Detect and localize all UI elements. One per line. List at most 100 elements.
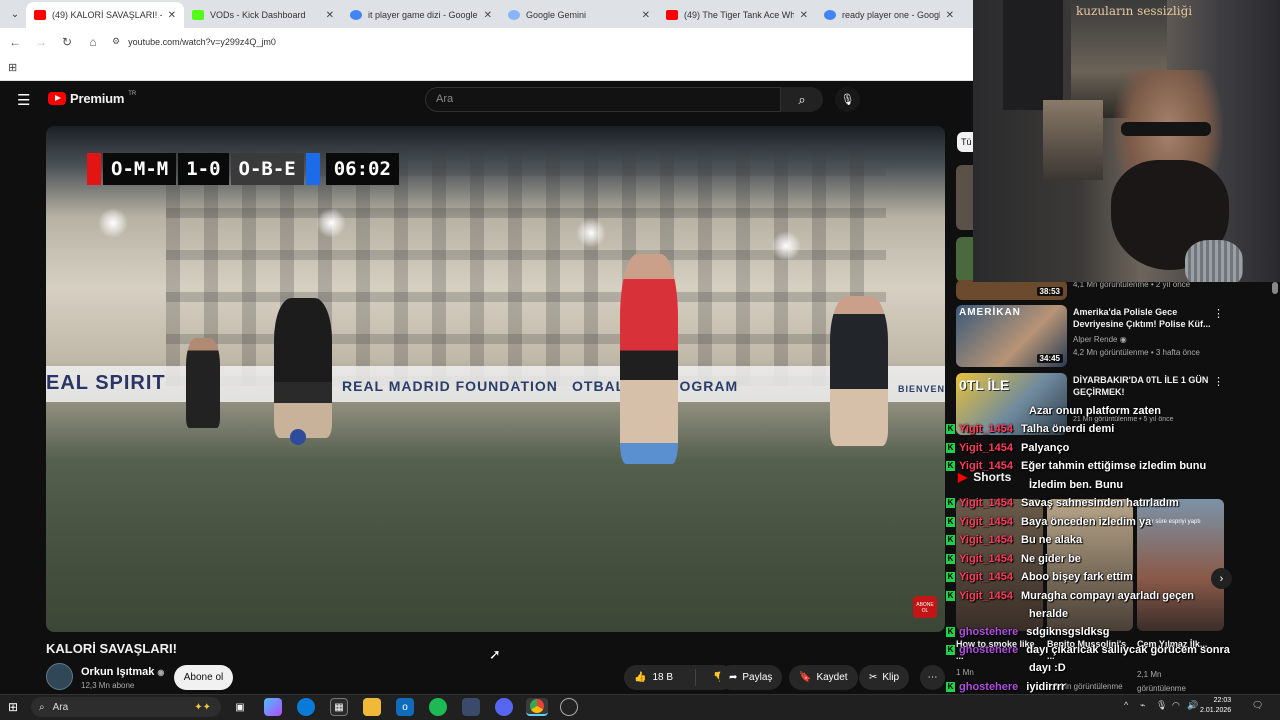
subscribe-watermark[interactable]: ABONE OL — [913, 596, 937, 618]
discord-icon[interactable] — [495, 698, 513, 716]
app-icon[interactable] — [462, 698, 480, 716]
more-actions-button[interactable]: ⋯ — [920, 665, 945, 690]
browser-tab[interactable]: (49) KALORİ SAVAŞLARI! - YouT ✕ — [26, 2, 184, 28]
shorts-next-button[interactable]: › — [1211, 568, 1232, 589]
notification-icon[interactable]: 🗨 — [1252, 700, 1263, 711]
channel-name-link[interactable]: Orkun Işıtmak ◉ — [81, 666, 164, 678]
video-duration: 38:53 — [1036, 287, 1063, 296]
stadium-light — [771, 231, 801, 261]
subscribe-button[interactable]: Abone ol — [174, 665, 233, 690]
kick-badge-icon: K — [946, 682, 955, 693]
search-input[interactable]: Ara — [425, 87, 781, 112]
chat-username[interactable]: Yigit_1454 — [959, 571, 1013, 583]
outlook-icon[interactable]: o — [396, 698, 414, 716]
windows-start-icon[interactable]: ⊞ — [8, 700, 18, 714]
reload-icon[interactable]: ↻ — [60, 35, 74, 49]
chat-username[interactable]: Yigit_1454 — [959, 423, 1013, 435]
chat-username[interactable]: ghostehere — [959, 681, 1018, 693]
store-icon[interactable]: ▦ — [330, 698, 348, 716]
kick-badge-icon: K — [946, 461, 955, 472]
tab-search-chevron-icon[interactable]: ⌄ — [4, 3, 26, 25]
chat-username[interactable]: ghostehere — [959, 644, 1018, 656]
clip-button[interactable]: ✂ Klip — [859, 665, 910, 690]
close-tab-icon[interactable]: ✕ — [800, 10, 808, 21]
channel-avatar[interactable] — [46, 663, 73, 690]
chat-text: sdgiknsgsldksg — [1026, 626, 1110, 638]
short-meta: 1 Mn — [956, 668, 974, 677]
browser-tab[interactable]: ready player one - Google'da A ✕ — [816, 2, 962, 28]
save-button[interactable]: 🔖 Kaydet — [789, 665, 858, 690]
browser-tab[interactable]: Google Gemini ✕ — [500, 2, 658, 28]
chat-username[interactable]: Yigit_1454 — [959, 442, 1013, 454]
close-tab-icon[interactable]: ✕ — [484, 10, 492, 21]
obs-icon[interactable] — [560, 698, 578, 716]
spotify-icon[interactable] — [429, 698, 447, 716]
chat-text: Palyanço — [1021, 442, 1070, 454]
chat-username[interactable]: ghostehere — [959, 626, 1018, 638]
tray-overflow-icon[interactable]: ^ — [1124, 700, 1128, 710]
poster-left — [1003, 0, 1063, 110]
share-label: Paylaş — [742, 672, 773, 683]
share-button[interactable]: ➦ Paylaş — [719, 665, 783, 690]
home-icon[interactable]: ⌂ — [86, 35, 100, 49]
recommendation-thumbnail[interactable] — [956, 165, 973, 230]
recommendation-thumbnail[interactable] — [956, 237, 973, 282]
shelf-item — [1043, 100, 1103, 180]
close-tab-icon[interactable]: ✕ — [168, 10, 176, 21]
team-a-color — [87, 153, 101, 185]
address-bar[interactable]: ⚙ youtube.com/watch?v=y299z4Q_jm0 — [112, 31, 959, 53]
edge-icon[interactable] — [297, 698, 315, 716]
chat-username[interactable]: Yigit_1454 — [959, 516, 1013, 528]
recommendation-title[interactable]: Amerika'da Polisle Gece Devriyesine Çıkt… — [1073, 306, 1213, 330]
chat-username[interactable]: Yigit_1454 — [959, 553, 1013, 565]
recommendation-thumbnail[interactable]: 38:53 — [956, 280, 1067, 300]
mic-tray-icon[interactable]: 🎙 — [1156, 700, 1167, 711]
search-placeholder: Ara — [436, 93, 454, 105]
chat-text: Savaş sahnesinden hatırladım — [1021, 497, 1179, 509]
more-vertical-icon[interactable]: ⋮ — [1213, 375, 1224, 388]
wifi-icon[interactable]: ◠ — [1172, 700, 1180, 711]
taskbar-search[interactable]: ⌕ Ara ✦✦ — [31, 697, 221, 717]
recommendation-thumbnail[interactable]: AMERİKAN 34:45 — [956, 305, 1067, 367]
more-vertical-icon[interactable]: ⋮ — [1213, 307, 1224, 320]
chat-message: K Yigit_1454 Bu ne alaka — [946, 534, 1082, 546]
back-arrow-icon[interactable]: ← — [8, 35, 22, 49]
apps-grid-icon[interactable]: ⊞ — [8, 61, 17, 74]
close-tab-icon[interactable]: ✕ — [642, 10, 650, 21]
chat-message: K Yigit_1454 Eğer tahmin ettiğimse izledim… — [946, 460, 1206, 472]
close-tab-icon[interactable]: ✕ — [326, 10, 334, 21]
browser-tab[interactable]: (49) The Tiger Tank Ace Who D ✕ — [658, 2, 816, 28]
network-icon[interactable]: ⌁ — [1140, 700, 1145, 711]
site-info-icon[interactable]: ⚙ — [112, 36, 120, 47]
chat-username[interactable]: Yigit_1454 — [959, 460, 1013, 472]
sidebar-scrollbar[interactable] — [1272, 282, 1278, 294]
chrome-icon[interactable] — [526, 698, 548, 716]
menu-icon[interactable]: ☰ — [17, 91, 30, 109]
forward-arrow-icon[interactable]: → — [34, 35, 48, 49]
chat-username[interactable]: Yigit_1454 — [959, 590, 1013, 602]
taskbar-clock[interactable]: 22:03 2.01.2026 — [1200, 696, 1231, 716]
recommendation-channel[interactable]: Alper Rende ◉ — [1073, 335, 1127, 344]
browser-tab[interactable]: it player game dizi - Google'da ✕ — [342, 2, 500, 28]
streamer-webcam: kuzuların sessizliği — [973, 0, 1280, 282]
task-view-icon[interactable]: ▣ — [231, 698, 249, 716]
like-button[interactable]: 👍 18 B — [624, 669, 696, 686]
recommendation-title[interactable]: DİYARBAKIR'DA 0TL İLE 1 GÜN GEÇİRMEK! — [1073, 374, 1213, 398]
close-tab-icon[interactable]: ✕ — [946, 10, 954, 21]
chat-username[interactable]: Yigit_1454 — [959, 534, 1013, 546]
chat-text: Bu ne alaka — [1021, 534, 1083, 546]
gemini-favicon-icon — [508, 10, 520, 20]
chat-message: K Yigit_1454 Aboo bişey fark ettim — [946, 571, 1133, 583]
search-button[interactable]: ⌕ — [781, 87, 823, 112]
search-highlight-icon: ✦✦ — [194, 701, 211, 713]
voice-search-button[interactable]: 🎙 — [835, 87, 860, 112]
browser-tab[interactable]: VODs - Kick Dashboard ✕ — [184, 2, 342, 28]
youtube-premium-logo[interactable]: Premium TR — [48, 91, 136, 106]
video-player[interactable]: EAL SPIRIT REAL MADRID FOUNDATION OTBALL… — [46, 126, 945, 632]
chat-message: K Yigit_1454 Talha önerdi demi — [946, 423, 1114, 435]
volume-icon[interactable]: 🔊 — [1187, 700, 1198, 711]
chat-username[interactable]: Yigit_1454 — [959, 497, 1013, 509]
shorts-label: Shorts — [973, 470, 1012, 484]
copilot-icon[interactable] — [264, 698, 282, 716]
file-explorer-icon[interactable] — [363, 698, 381, 716]
